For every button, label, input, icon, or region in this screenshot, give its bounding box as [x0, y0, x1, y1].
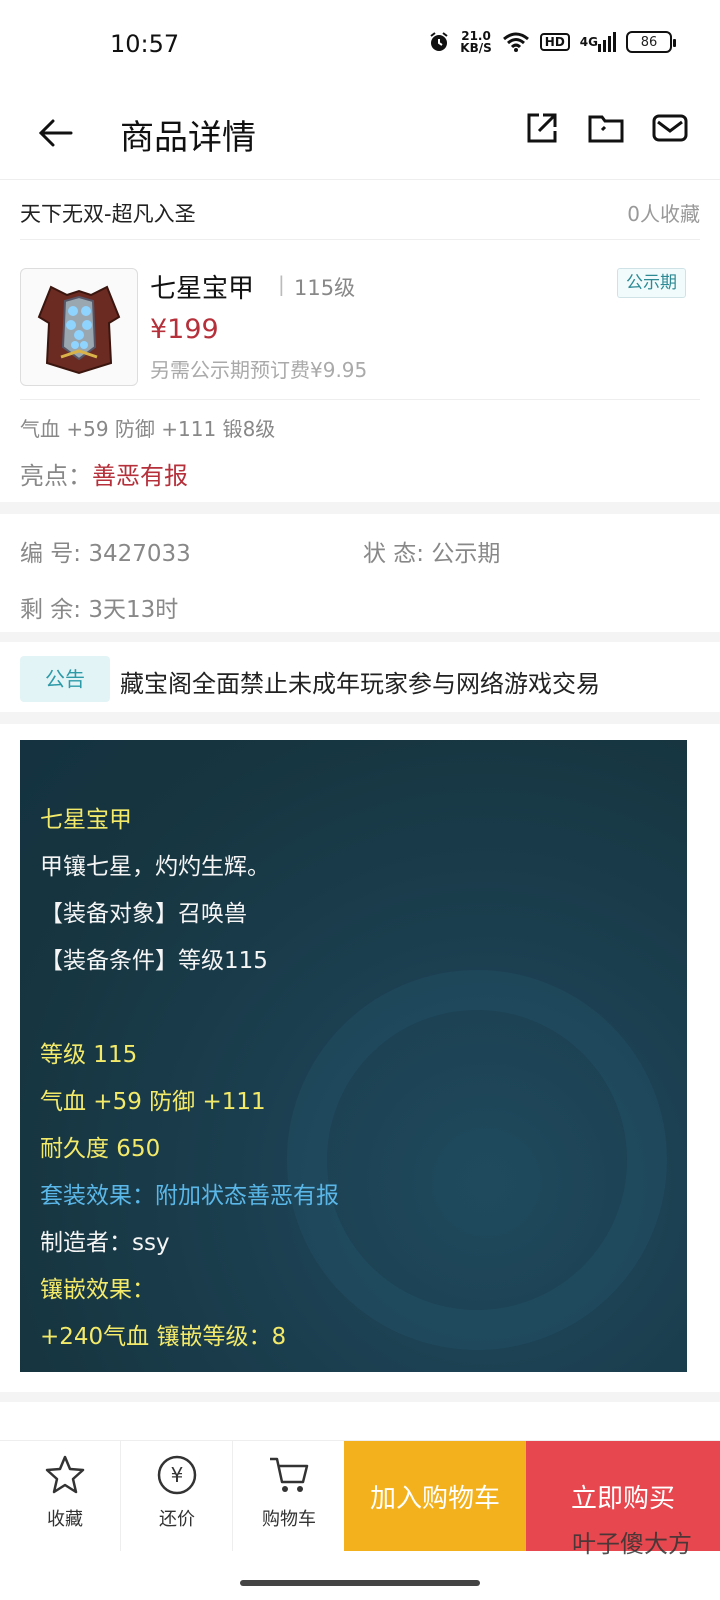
- notice-tag: 公告: [20, 656, 110, 702]
- product-card: 七星宝甲 | 115级 公示期 ¥199 另需公示期预订费¥9.95: [20, 260, 700, 400]
- product-thumbnail[interactable]: [20, 268, 138, 386]
- bar-divider: [232, 1441, 233, 1551]
- number-value: 3427033: [88, 541, 191, 567]
- mail-icon: [652, 114, 688, 142]
- bargain-button[interactable]: ¥ 还价: [122, 1449, 232, 1549]
- item-maker: 制造者：ssy: [40, 1230, 170, 1256]
- product-stats: 气血 +59 防御 +111 锻8级: [20, 417, 276, 441]
- app-header: 商品详情: [0, 90, 720, 180]
- item-inlay-title: 镶嵌效果：: [40, 1277, 155, 1303]
- armor-icon: [37, 285, 121, 375]
- status-bar: 10:57 21.0 KB/S HD 4G 86: [0, 0, 720, 90]
- status-icons: 21.0 KB/S HD 4G 86: [428, 30, 676, 54]
- back-button[interactable]: [30, 108, 80, 158]
- highlight-value: 善恶有报: [92, 462, 188, 490]
- bottom-action-bar: 收藏 ¥ 还价 购物车 加入购物车 立即购买: [0, 1440, 720, 1600]
- hd-icon: HD: [539, 33, 570, 51]
- favorite-count: 0人收藏: [627, 202, 700, 226]
- bar-divider: [120, 1441, 121, 1551]
- shop-name: 天下无双-超凡入圣: [20, 202, 196, 226]
- folder-icon: [588, 115, 624, 143]
- level-separator: |: [278, 272, 285, 296]
- yen-circle-icon: ¥: [155, 1453, 199, 1497]
- info-block: 编 号: 3427033 状 态: 公示期 剩 余: 3天13时: [20, 530, 700, 630]
- section-divider: [0, 502, 720, 514]
- remain-label: 剩 余:: [20, 597, 82, 623]
- page-title: 商品详情: [120, 118, 256, 158]
- status-badge: 公示期: [617, 268, 686, 298]
- signal-label: 4G: [579, 35, 598, 49]
- item-target: 【装备对象】召唤兽: [40, 901, 247, 927]
- notice-bar[interactable]: 公告 藏宝阁全面禁止未成年玩家参与网络游戏交易: [20, 650, 700, 710]
- share-button[interactable]: [522, 108, 562, 148]
- item-description: 甲镶七星，灼灼生辉。: [40, 854, 270, 880]
- highlight-label: 亮点：: [20, 462, 92, 490]
- cart-button[interactable]: 购物车: [234, 1449, 344, 1549]
- item-inlay-value: +240气血 镶嵌等级：8: [40, 1324, 287, 1350]
- status-row: 状 态: 公示期: [363, 534, 500, 568]
- message-button[interactable]: [650, 108, 690, 148]
- item-condition: 【装备条件】等级115: [40, 948, 268, 974]
- watermark-text: 叶子傻大方: [572, 1530, 692, 1558]
- bargain-label: 还价: [159, 1509, 195, 1530]
- notice-text: 藏宝阁全面禁止未成年玩家参与网络游戏交易: [120, 670, 600, 698]
- back-arrow-icon: [38, 119, 73, 147]
- cart-label: 购物车: [262, 1509, 316, 1530]
- item-detail-panel: 七星宝甲 甲镶七星，灼灼生辉。 【装备对象】召唤兽 【装备条件】等级115 等级…: [20, 740, 687, 1372]
- section-divider: [0, 1392, 720, 1402]
- folder-button[interactable]: [586, 108, 626, 148]
- favorite-label: 收藏: [47, 1509, 83, 1530]
- reservation-fee: 另需公示期预订费¥9.95: [150, 358, 368, 382]
- header-actions: [522, 108, 690, 148]
- number-label: 编 号:: [20, 541, 82, 567]
- home-indicator[interactable]: [240, 1580, 480, 1586]
- battery-icon: 86: [626, 31, 676, 53]
- panel-background-swirl: [287, 970, 667, 1350]
- alarm-icon: [428, 31, 450, 53]
- product-price: ¥199: [150, 314, 219, 345]
- remain-value: 3天13时: [88, 597, 179, 623]
- share-icon: [527, 113, 557, 143]
- star-icon: [43, 1453, 87, 1497]
- remain-row: 剩 余: 3天13时: [20, 590, 178, 624]
- status-time: 10:57: [110, 30, 180, 58]
- highlight-row: 亮点：善恶有报: [20, 456, 188, 491]
- cart-icon: [267, 1453, 311, 1497]
- section-divider: [0, 632, 720, 642]
- wifi-icon: [502, 31, 530, 53]
- item-stats: 气血 +59 防御 +111: [40, 1089, 266, 1115]
- status-label: 状 态:: [363, 541, 425, 567]
- signal-icon: 4G: [580, 32, 616, 52]
- status-value: 公示期: [431, 541, 501, 567]
- product-level: 115级: [294, 276, 356, 300]
- number-row: 编 号: 3427033: [20, 534, 191, 568]
- shop-row: 天下无双-超凡入圣 0人收藏: [20, 190, 700, 240]
- add-to-cart-button[interactable]: 加入购物车: [344, 1441, 526, 1551]
- item-set-effect: 套装效果：附加状态善恶有报: [40, 1183, 339, 1209]
- yen-symbol: ¥: [171, 1463, 184, 1487]
- favorite-button[interactable]: 收藏: [10, 1449, 120, 1549]
- net-speed: 21.0 KB/S: [460, 30, 491, 54]
- item-level: 等级 115: [40, 1042, 138, 1068]
- item-name: 七星宝甲: [40, 807, 132, 833]
- item-durability: 耐久度 650: [40, 1136, 161, 1162]
- product-name: 七星宝甲: [150, 274, 255, 304]
- net-speed-unit: KB/S: [460, 41, 492, 55]
- section-divider: [0, 712, 720, 724]
